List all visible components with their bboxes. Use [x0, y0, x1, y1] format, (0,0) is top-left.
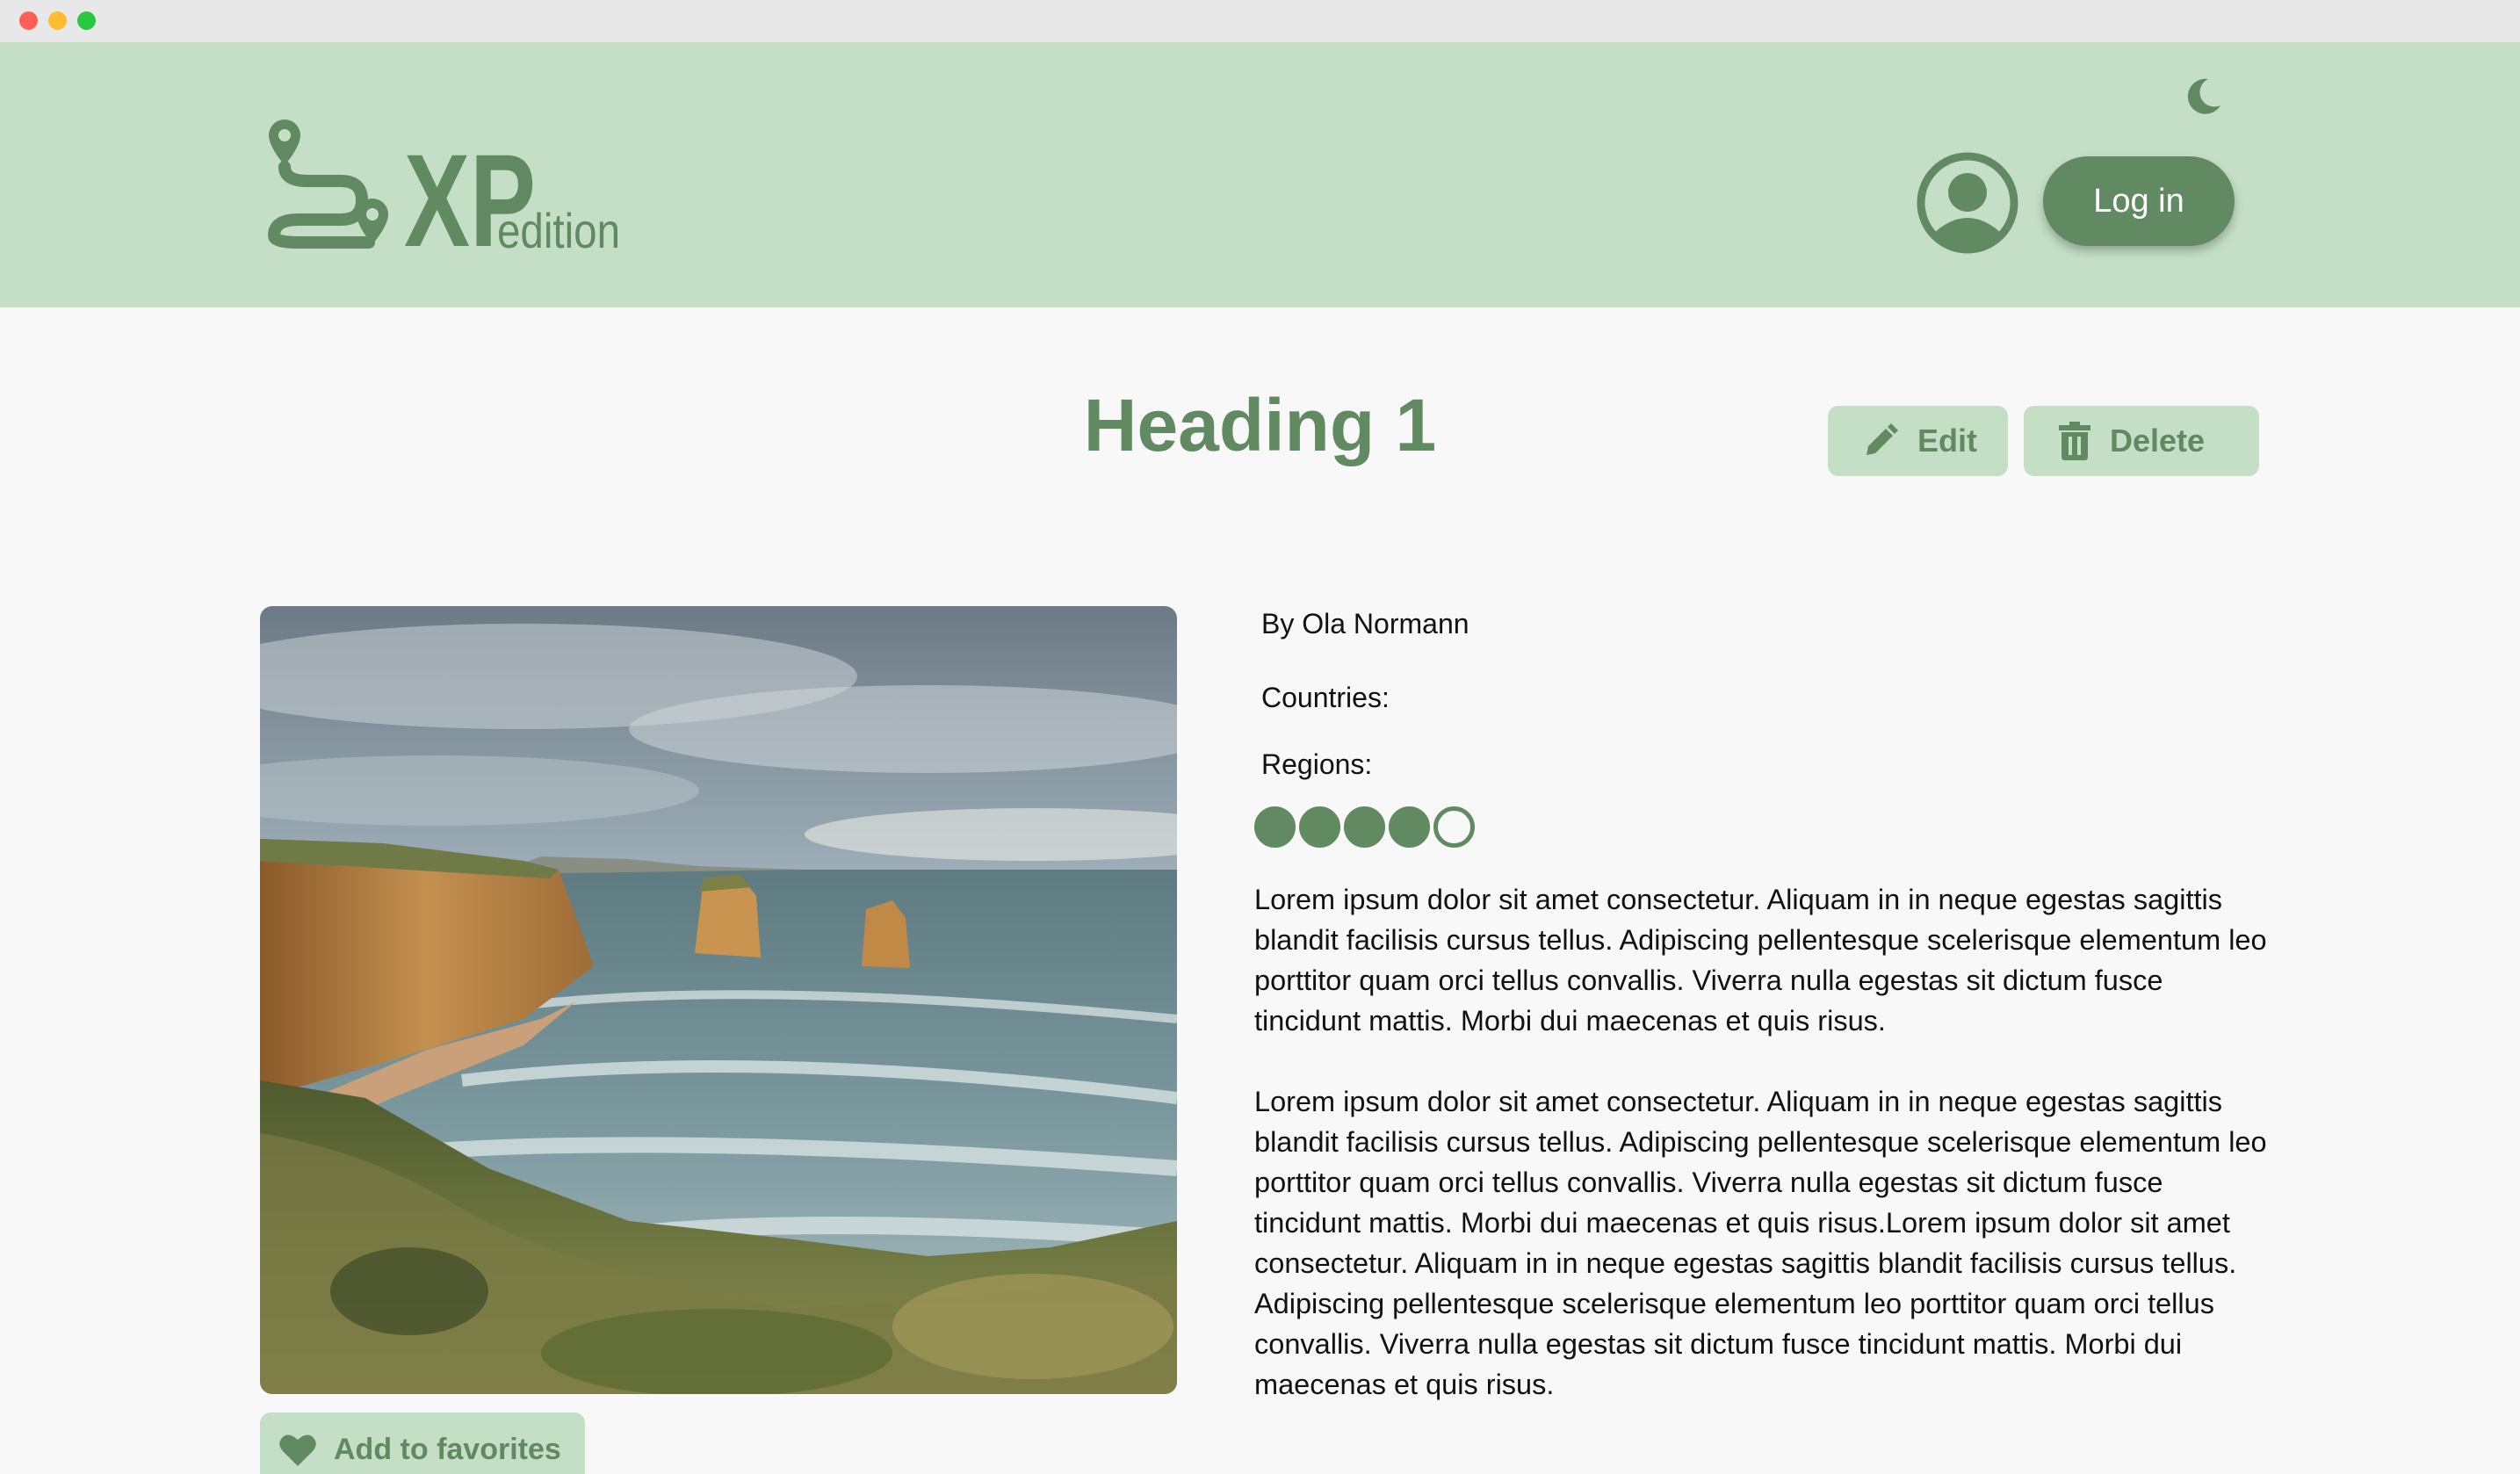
rating-dot-filled [1299, 806, 1340, 848]
zoom-window-button[interactable] [77, 11, 96, 30]
trip-author: By Ola Normann [1261, 608, 1469, 639]
rating-dot-empty [1433, 806, 1475, 848]
delete-button-label: Delete [2110, 423, 2206, 459]
login-button[interactable]: Log in [2043, 156, 2235, 246]
logo-sub-text: edition [497, 203, 620, 253]
minimize-window-button[interactable] [48, 11, 67, 30]
trash-icon [2059, 422, 2090, 460]
heart-icon [279, 1434, 316, 1466]
user-circle-icon[interactable] [1917, 152, 2018, 254]
add-to-favorites-label: Add to favorites [334, 1432, 561, 1466]
regions-label: Regions: [1261, 748, 1373, 780]
route-pin-icon [268, 119, 388, 249]
rating-dot-filled [1389, 806, 1430, 848]
delete-button[interactable]: Delete [2024, 406, 2259, 476]
edit-button[interactable]: Edit [1828, 406, 2008, 476]
trip-photo [260, 606, 1177, 1394]
edit-button-label: Edit [1917, 423, 1977, 459]
description-paragraph: Lorem ipsum dolor sit amet consectetur. … [1254, 884, 2267, 1037]
window-titlebar [0, 0, 2520, 42]
site-logo[interactable]: XP edition [264, 112, 632, 253]
add-to-favorites-button[interactable]: Add to favorites [260, 1413, 585, 1474]
moon-icon[interactable] [2182, 76, 2224, 118]
countries-label: Countries: [1261, 682, 1390, 713]
description-paragraph: Lorem ipsum dolor sit amet consectetur. … [1254, 1086, 2267, 1400]
rating-dot-filled [1254, 806, 1296, 848]
trip-rating [1254, 806, 1475, 848]
pencil-icon [1867, 423, 1898, 455]
rating-dot-filled [1344, 806, 1385, 848]
close-window-button[interactable] [19, 11, 38, 30]
